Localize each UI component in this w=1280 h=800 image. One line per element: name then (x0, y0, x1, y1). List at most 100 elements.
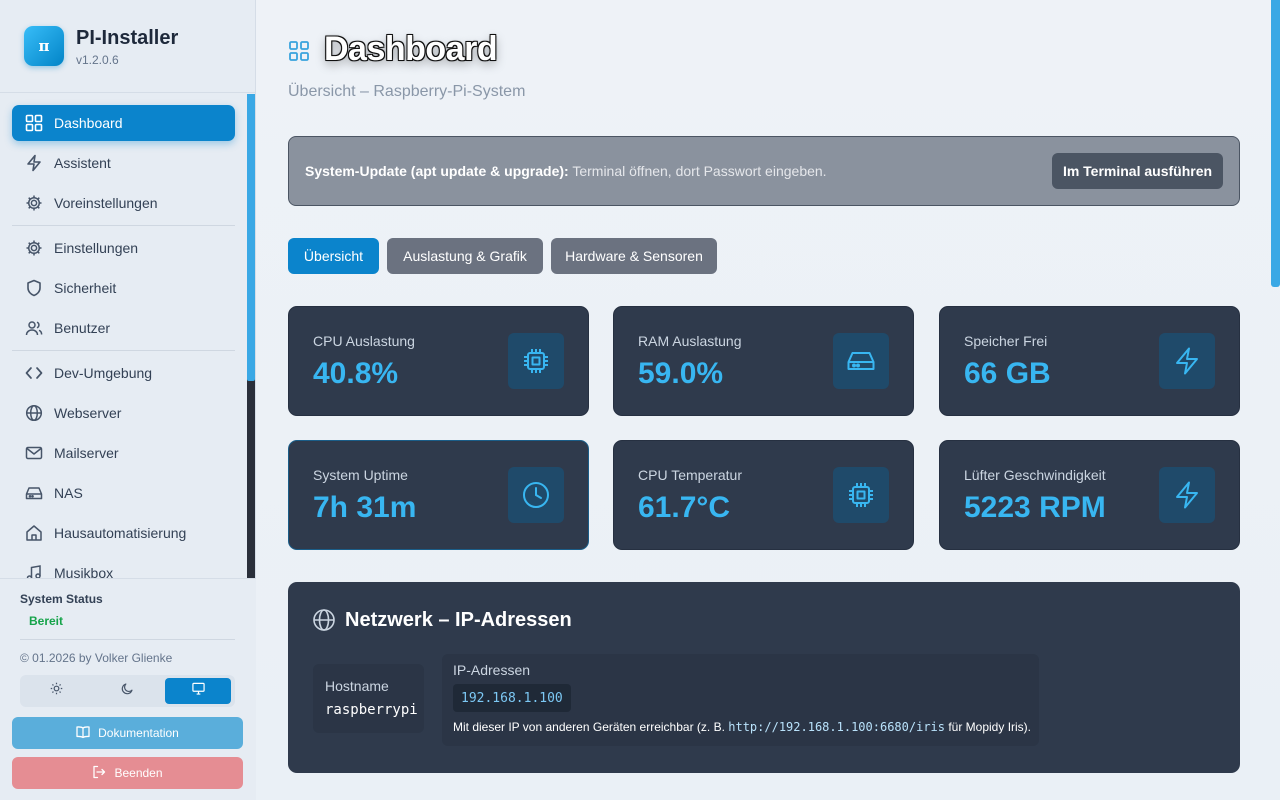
brand-header: π PI-Installer v1.2.0.6 (0, 0, 255, 93)
system-status-value: Bereit (29, 614, 64, 628)
main-content: Dashboard Übersicht – Raspberry-Pi-Syste… (256, 0, 1280, 800)
stat-card-ram-usage: RAM Auslastung 59.0% (613, 306, 914, 416)
run-in-terminal-button[interactable]: Im Terminal ausführen (1052, 153, 1223, 189)
cpu-icon (833, 467, 889, 523)
stat-card-cpu-usage: CPU Auslastung 40.8% (288, 306, 589, 416)
tab-auslastung-grafik[interactable]: Auslastung & Grafik (387, 238, 543, 274)
gear-icon (25, 194, 43, 212)
documentation-button[interactable]: Dokumentation (12, 717, 243, 749)
sidebar-item-label: Einstellungen (54, 240, 139, 256)
sidebar-item-dashboard[interactable]: Dashboard (12, 105, 235, 141)
update-message-title: System-Update (apt update & upgrade): (305, 163, 569, 179)
stat-card-value: 59.0% (638, 357, 724, 390)
app-logo: π (24, 26, 64, 66)
sidebar-item-voreinstellungen[interactable]: Voreinstellungen (12, 185, 235, 221)
sidebar-item-label: Hausautomatisierung (54, 525, 187, 541)
hostname-label: Hostname (325, 678, 389, 694)
stat-card-label: CPU Auslastung (313, 333, 415, 349)
sidebar-item-label: Benutzer (54, 320, 111, 336)
drive-icon (25, 484, 43, 502)
logout-icon (92, 765, 114, 782)
theme-system-button[interactable] (165, 678, 231, 704)
grid-icon (25, 114, 43, 132)
sidebar-item-dev-umgebung[interactable]: Dev-Umgebung (12, 355, 235, 391)
stat-card-label: Speicher Frei (964, 333, 1048, 349)
sidebar-scrollbar-thumb[interactable] (247, 94, 255, 381)
main-scrollbar-thumb[interactable] (1271, 0, 1280, 287)
sidebar-nav: Dashboard Assistent Voreinstellungen Ein… (0, 94, 256, 578)
nav-divider (12, 225, 235, 226)
update-message: System-Update (apt update & upgrade): Te… (305, 163, 827, 179)
sidebar-item-label: Musikbox (54, 565, 114, 578)
lightning-icon (25, 154, 43, 172)
hostname-value: raspberrypi (325, 702, 418, 718)
stat-card-value: 7h 31m (313, 491, 417, 524)
stat-card-fan-speed: Lüfter Geschwindigkeit 5223 RPM (939, 440, 1240, 550)
drive-icon (833, 333, 889, 389)
stat-card-label: Lüfter Geschwindigkeit (964, 467, 1106, 483)
lightning-icon (1159, 467, 1215, 523)
sidebar-item-mailserver[interactable]: Mailserver (12, 435, 235, 471)
sidebar-item-nas[interactable]: NAS (12, 475, 235, 511)
page-subtitle: Übersicht – Raspberry-Pi-System (288, 83, 526, 100)
stat-card-value: 40.8% (313, 357, 399, 390)
sidebar: π PI-Installer v1.2.0.6 Dashboard Assist… (0, 0, 256, 800)
stat-card-uptime: System Uptime 7h 31m (288, 440, 589, 550)
sidebar-item-benutzer[interactable]: Benutzer (12, 310, 235, 346)
cpu-icon (508, 333, 564, 389)
sidebar-item-label: NAS (54, 485, 83, 501)
quit-label: Beenden (114, 766, 163, 780)
sidebar-item-webserver[interactable]: Webserver (12, 395, 235, 431)
sidebar-footer: System Status Bereit © 01.2026 by Volker… (0, 578, 256, 800)
page-title: Dashboard (324, 30, 498, 68)
ip-note-prefix: Mit dieser IP von anderen Geräten erreic… (453, 720, 729, 734)
system-update-banner: System-Update (apt update & upgrade): Te… (288, 136, 1240, 206)
sidebar-item-assistent[interactable]: Assistent (12, 145, 235, 181)
footer-divider (20, 639, 235, 640)
tab-uebersicht[interactable]: Übersicht (288, 238, 379, 274)
sidebar-item-sicherheit[interactable]: Sicherheit (12, 270, 235, 306)
sidebar-item-label: Mailserver (54, 445, 119, 461)
ip-addresses-box: IP-Adressen 192.168.1.100 Mit dieser IP … (442, 654, 1039, 746)
quit-button[interactable]: Beenden (12, 757, 243, 789)
monitor-icon (191, 682, 205, 700)
home-icon (25, 524, 43, 542)
sidebar-item-label: Dev-Umgebung (54, 365, 153, 381)
nav-divider (12, 350, 235, 351)
hostname-box: Hostname raspberrypi (313, 664, 424, 733)
dashboard-icon (288, 40, 310, 62)
system-status-label: System Status (20, 592, 103, 606)
sun-icon (50, 682, 63, 700)
lightning-icon (1159, 333, 1215, 389)
gear-icon (25, 239, 43, 257)
sidebar-item-einstellungen[interactable]: Einstellungen (12, 230, 235, 266)
sidebar-item-label: Voreinstellungen (54, 195, 158, 211)
music-icon (25, 564, 43, 578)
sidebar-item-label: Dashboard (54, 115, 123, 131)
copyright-text: © 01.2026 by Volker Glienke (20, 651, 173, 665)
documentation-label: Dokumentation (98, 726, 179, 740)
mopidy-iris-url[interactable]: http://192.168.1.100:6680/iris (728, 720, 945, 734)
ip-note-suffix: für Mopidy Iris). (945, 720, 1032, 734)
stat-card-label: RAM Auslastung (638, 333, 742, 349)
theme-light-button[interactable] (23, 678, 89, 704)
tab-hardware-sensoren[interactable]: Hardware & Sensoren (551, 238, 717, 274)
sidebar-item-musikbox[interactable]: Musikbox (12, 555, 235, 578)
sidebar-item-label: Webserver (54, 405, 122, 421)
stat-card-value: 5223 RPM (964, 491, 1106, 524)
sidebar-item-label: Assistent (54, 155, 111, 171)
stat-card-value: 61.7°C (638, 491, 731, 524)
theme-switcher (20, 675, 235, 707)
clock-icon (508, 467, 564, 523)
moon-icon (121, 682, 134, 700)
theme-dark-button[interactable] (94, 678, 160, 704)
book-icon (76, 725, 98, 742)
app-title: PI-Installer (76, 27, 179, 49)
code-icon (25, 364, 43, 382)
update-message-text: Terminal öffnen, dort Passwort eingeben. (568, 163, 827, 179)
sidebar-item-hausautomatisierung[interactable]: Hausautomatisierung (12, 515, 235, 551)
ip-address-chip[interactable]: 192.168.1.100 (453, 684, 571, 712)
mail-icon (25, 444, 43, 462)
stat-card-label: System Uptime (313, 467, 408, 483)
sidebar-item-label: Sicherheit (54, 280, 117, 296)
